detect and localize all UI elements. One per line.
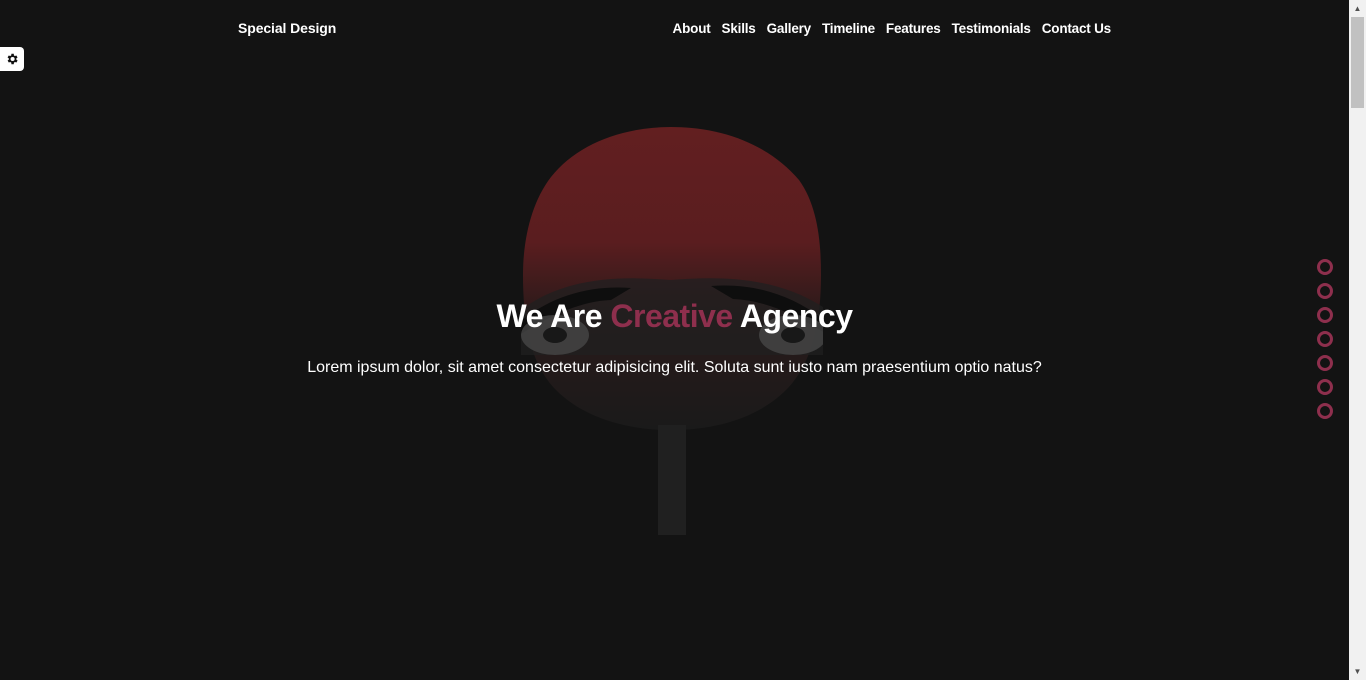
- nav-link-timeline[interactable]: Timeline: [822, 21, 875, 36]
- section-bullet-1[interactable]: [1317, 259, 1333, 275]
- section-bullets: [1317, 259, 1333, 419]
- scrollbar-thumb[interactable]: [1351, 17, 1364, 108]
- nav-link-about[interactable]: About: [673, 21, 711, 36]
- gear-icon: [7, 53, 18, 65]
- section-bullet-6[interactable]: [1317, 379, 1333, 395]
- logo[interactable]: Special Design: [238, 20, 336, 36]
- nav-link-gallery[interactable]: Gallery: [767, 21, 812, 36]
- page: Special Design About Skills Gallery Time…: [0, 0, 1349, 680]
- settings-toggle-button[interactable]: [0, 47, 24, 71]
- nav-link-contact[interactable]: Contact Us: [1042, 21, 1111, 36]
- section-bullet-4[interactable]: [1317, 331, 1333, 347]
- main-nav: About Skills Gallery Timeline Features T…: [673, 21, 1112, 36]
- hero-title-start: We Are: [496, 298, 611, 334]
- scroll-up-arrow-icon[interactable]: ▲: [1349, 0, 1366, 17]
- section-bullet-5[interactable]: [1317, 355, 1333, 371]
- scroll-down-arrow-icon[interactable]: ▼: [1349, 663, 1366, 680]
- hero-title-end: Agency: [732, 298, 853, 334]
- vertical-scrollbar[interactable]: ▲ ▼: [1349, 0, 1366, 680]
- section-bullet-3[interactable]: [1317, 307, 1333, 323]
- hero-description: Lorem ipsum dolor, sit amet consectetur …: [307, 359, 1042, 376]
- nav-link-skills[interactable]: Skills: [722, 21, 756, 36]
- hero-title: We Are Creative Agency: [0, 298, 1349, 335]
- hero-title-accent: Creative: [610, 298, 733, 334]
- nav-link-testimonials[interactable]: Testimonials: [952, 21, 1031, 36]
- section-bullet-2[interactable]: [1317, 283, 1333, 299]
- header: Special Design About Skills Gallery Time…: [238, 0, 1111, 56]
- section-bullet-7[interactable]: [1317, 403, 1333, 419]
- nav-link-features[interactable]: Features: [886, 21, 941, 36]
